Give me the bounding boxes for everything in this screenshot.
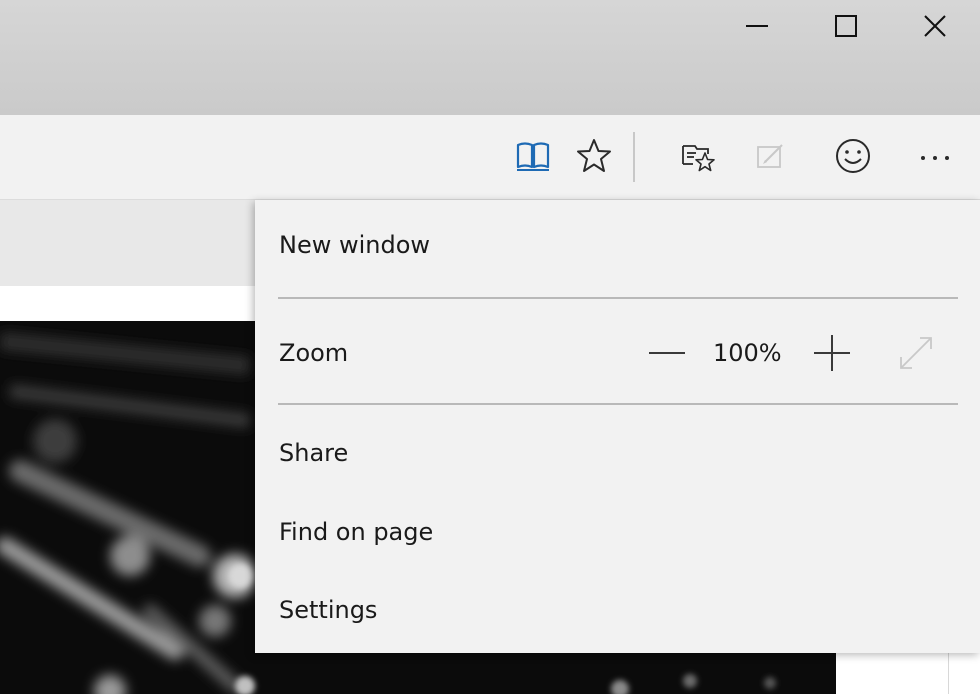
reading-view-icon bbox=[516, 142, 550, 171]
toolbar-separator bbox=[633, 132, 635, 182]
zoom-out-button[interactable] bbox=[641, 333, 693, 373]
close-icon bbox=[924, 15, 946, 37]
more-actions-menu: New window Zoom 100% Share Find on page … bbox=[255, 200, 980, 653]
favorite-button[interactable] bbox=[572, 134, 616, 178]
maximize-icon bbox=[835, 15, 857, 37]
favorite-star-icon bbox=[577, 139, 611, 172]
page-divider bbox=[948, 650, 949, 694]
feedback-button[interactable] bbox=[831, 134, 875, 178]
more-actions-button[interactable] bbox=[913, 134, 957, 178]
zoom-in-button[interactable] bbox=[808, 333, 856, 373]
hub-button[interactable] bbox=[676, 134, 720, 178]
menu-item-settings[interactable]: Settings bbox=[279, 595, 377, 625]
menu-divider bbox=[278, 297, 958, 299]
full-screen-button[interactable] bbox=[893, 331, 939, 375]
more-actions-icon bbox=[921, 156, 949, 160]
zoom-level: 100% bbox=[713, 339, 782, 367]
feedback-smiley-icon bbox=[836, 139, 870, 173]
minus-icon bbox=[649, 352, 685, 354]
plus-icon bbox=[814, 335, 850, 371]
full-screen-icon bbox=[900, 337, 932, 369]
menu-item-new-window[interactable]: New window bbox=[279, 230, 430, 260]
close-button[interactable] bbox=[890, 0, 980, 52]
maximize-button[interactable] bbox=[801, 0, 891, 52]
web-note-button[interactable] bbox=[748, 134, 792, 178]
menu-divider bbox=[278, 403, 958, 405]
minimize-button[interactable] bbox=[712, 0, 802, 52]
minimize-icon bbox=[746, 25, 768, 27]
menu-item-find-on-page[interactable]: Find on page bbox=[279, 517, 433, 547]
zoom-label: Zoom bbox=[279, 339, 349, 367]
reading-view-button[interactable] bbox=[511, 134, 555, 178]
menu-item-share[interactable]: Share bbox=[279, 438, 348, 468]
hub-icon bbox=[682, 145, 715, 172]
web-note-icon bbox=[757, 144, 783, 168]
